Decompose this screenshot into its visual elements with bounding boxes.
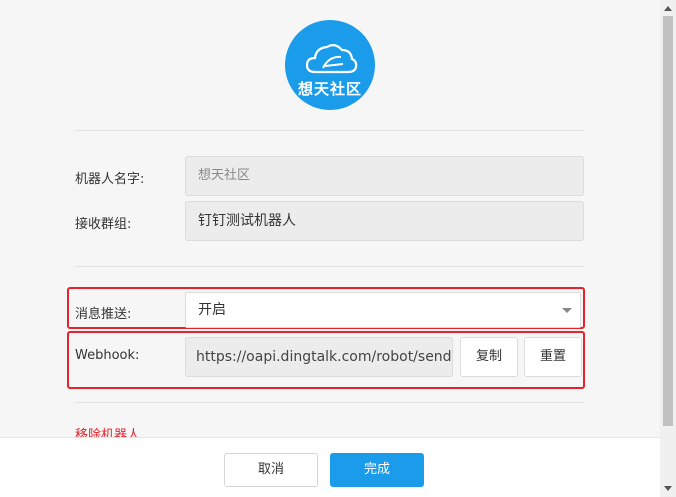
message-push-label: 消息推送: bbox=[75, 307, 132, 322]
message-push-value: 开启 bbox=[198, 302, 226, 318]
copy-button[interactable]: 复制 bbox=[460, 337, 518, 377]
reset-button[interactable]: 重置 bbox=[524, 337, 582, 377]
cancel-button[interactable]: 取消 bbox=[224, 453, 318, 487]
webhook-label: Webhook: bbox=[75, 348, 140, 363]
robot-name-label: 机器人名字: bbox=[75, 172, 145, 187]
vertical-scrollbar[interactable] bbox=[660, 0, 676, 497]
footer-bar: 取消 完成 bbox=[0, 437, 660, 497]
robot-name-field: 想天社区 bbox=[185, 156, 584, 196]
divider bbox=[74, 402, 584, 403]
remove-robot-link[interactable]: 移除机器人 bbox=[75, 424, 140, 437]
divider bbox=[74, 266, 584, 267]
logo-text: 想天社区 bbox=[297, 80, 362, 98]
divider bbox=[74, 130, 584, 131]
done-button[interactable]: 完成 bbox=[330, 453, 424, 487]
scroll-down-arrow-icon[interactable] bbox=[664, 486, 672, 491]
robot-settings-panel: 想天社区 机器人名字: 想天社区 接收群组: 钉钉测试机器人 消息推送: 开启 … bbox=[0, 0, 660, 437]
receive-group-label: 接收群组: bbox=[75, 217, 132, 232]
remove-robot-label: 移除机器人 bbox=[75, 428, 141, 437]
scroll-up-arrow-icon[interactable] bbox=[664, 6, 672, 11]
chevron-down-icon bbox=[562, 308, 572, 313]
message-push-select[interactable]: 开启 bbox=[185, 292, 581, 328]
receive-group-field: 钉钉测试机器人 bbox=[185, 201, 584, 241]
scrollbar-thumb[interactable] bbox=[663, 16, 673, 426]
webhook-url-field[interactable]: https://oapi.dingtalk.com/robot/send bbox=[185, 337, 453, 377]
logo: 想天社区 bbox=[285, 20, 375, 110]
